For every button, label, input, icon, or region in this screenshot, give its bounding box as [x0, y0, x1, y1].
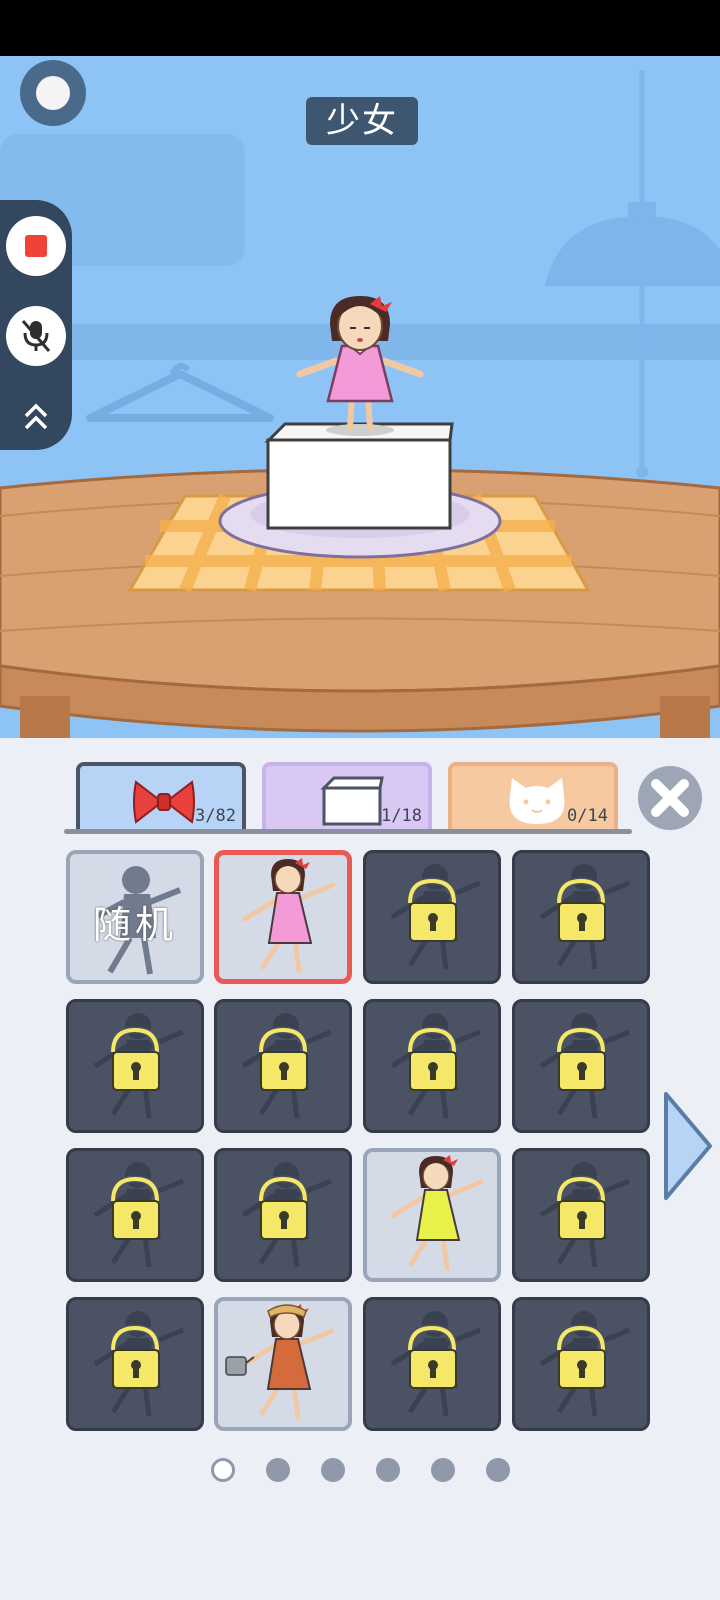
locked-outfit-cell[interactable] — [512, 999, 650, 1133]
locked-outfit-cell[interactable] — [214, 999, 352, 1133]
mic-off-icon[interactable] — [6, 306, 66, 366]
close-button[interactable] — [638, 766, 702, 830]
locked-outfit-cell[interactable] — [363, 850, 501, 984]
box-icon — [320, 776, 384, 826]
bow-icon — [133, 780, 195, 824]
locked-outfit-cell[interactable] — [66, 999, 204, 1133]
page-dot[interactable] — [266, 1458, 290, 1482]
lock-icon — [109, 1026, 161, 1091]
lock-icon — [257, 1175, 309, 1240]
tab-outfits-count: 3/82 — [195, 806, 236, 826]
page-dot[interactable] — [321, 1458, 345, 1482]
status-bar — [0, 0, 720, 56]
lock-icon — [406, 1026, 458, 1091]
selected-outfit-cell[interactable] — [214, 850, 352, 984]
locked-outfit-cell[interactable] — [66, 1297, 204, 1431]
lock-icon — [555, 1324, 607, 1389]
chevron-up-double-icon[interactable] — [22, 402, 50, 434]
close-icon — [651, 779, 689, 817]
unlocked-outfit-cell[interactable] — [214, 1297, 352, 1431]
page-dot[interactable] — [431, 1458, 455, 1482]
lock-icon — [406, 877, 458, 942]
girl-figure-icon — [242, 858, 336, 974]
locked-outfit-cell[interactable] — [214, 1148, 352, 1282]
lock-icon — [109, 1175, 161, 1240]
lock-icon — [109, 1324, 161, 1389]
lock-icon — [555, 1026, 607, 1091]
locked-outfit-cell[interactable] — [363, 999, 501, 1133]
cat-icon — [509, 778, 565, 824]
girl-figure-icon — [390, 1155, 484, 1271]
tab-stands-count: 1/18 — [381, 806, 422, 826]
locked-outfit-cell[interactable] — [363, 1297, 501, 1431]
tab-pets[interactable]: 0/14 — [448, 762, 618, 832]
random-outfit-cell[interactable]: 随机 — [66, 850, 204, 984]
unlocked-outfit-cell[interactable] — [363, 1148, 501, 1282]
tab-stands[interactable]: 1/18 — [262, 762, 432, 832]
scene-title: 少女 — [306, 97, 418, 145]
floating-record-button[interactable] — [20, 60, 86, 126]
lock-icon — [257, 1026, 309, 1091]
lock-icon — [555, 877, 607, 942]
game-scene: 少女 — [0, 56, 720, 750]
locked-outfit-cell[interactable] — [66, 1148, 204, 1282]
lock-icon — [555, 1175, 607, 1240]
screen-recorder-bar — [0, 200, 72, 450]
page-dot[interactable] — [211, 1458, 235, 1482]
locked-outfit-cell[interactable] — [512, 850, 650, 984]
tab-underline — [64, 829, 632, 834]
page-dot[interactable] — [486, 1458, 510, 1482]
tab-outfits[interactable]: 3/82 — [76, 762, 246, 832]
locked-outfit-cell[interactable] — [512, 1297, 650, 1431]
stop-icon[interactable] — [6, 216, 66, 276]
page-dot[interactable] — [376, 1458, 400, 1482]
next-page-arrow-icon[interactable] — [660, 1088, 716, 1204]
locked-outfit-cell[interactable] — [512, 1148, 650, 1282]
lock-icon — [406, 1324, 458, 1389]
random-label: 随机 — [92, 903, 177, 947]
tab-pets-count: 0/14 — [567, 806, 608, 826]
girl-figure-icon — [225, 1304, 335, 1420]
